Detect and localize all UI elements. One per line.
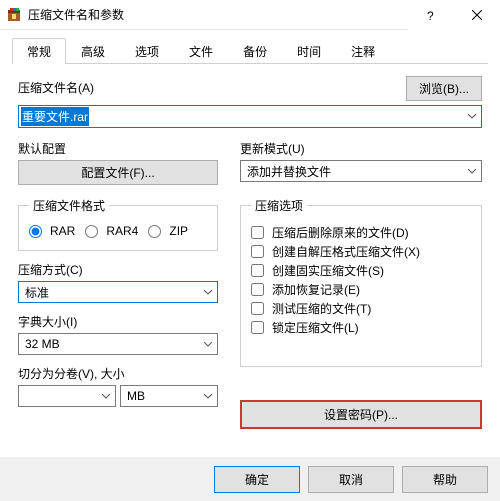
opt-delete-after[interactable]: 压缩后删除原来的文件(D) [251, 224, 471, 241]
filename-value: 重要文件.rar [21, 107, 89, 126]
update-mode-label: 更新模式(U) [240, 140, 482, 157]
format-rar[interactable]: RAR [29, 224, 75, 238]
default-config-label: 默认配置 [18, 140, 218, 157]
tab-comment[interactable]: 注释 [336, 38, 390, 63]
format-rar4[interactable]: RAR4 [85, 224, 138, 238]
chevron-down-icon [199, 342, 217, 347]
browse-button[interactable]: 浏览(B)... [406, 76, 482, 101]
tab-time[interactable]: 时间 [282, 38, 336, 63]
filename-input[interactable]: 重要文件.rar [18, 105, 482, 128]
format-group: 压缩文件格式 RAR RAR4 ZIP [18, 197, 218, 251]
tab-advanced[interactable]: 高级 [66, 38, 120, 63]
tab-options[interactable]: 选项 [120, 38, 174, 63]
method-label: 压缩方式(C) [18, 261, 218, 278]
ok-button[interactable]: 确定 [214, 466, 300, 493]
dict-select[interactable]: 32 MB [18, 333, 218, 355]
svg-text:?: ? [427, 9, 434, 22]
split-size-input[interactable] [18, 385, 116, 407]
chevron-down-icon [463, 114, 481, 119]
tab-general[interactable]: 常规 [12, 38, 66, 63]
tab-bar: 常规 高级 选项 文件 备份 时间 注释 [12, 38, 488, 64]
chevron-down-icon [463, 169, 481, 174]
set-password-button[interactable]: 设置密码(P)... [240, 400, 482, 429]
tab-backup[interactable]: 备份 [228, 38, 282, 63]
tab-files[interactable]: 文件 [174, 38, 228, 63]
chevron-down-icon [199, 394, 217, 399]
config-file-button[interactable]: 配置文件(F)... [18, 160, 218, 185]
chevron-down-icon [97, 394, 115, 399]
filename-label: 压缩文件名(A) [18, 79, 94, 96]
format-zip[interactable]: ZIP [148, 224, 188, 238]
opt-recovery[interactable]: 添加恢复记录(E) [251, 281, 471, 298]
dict-label: 字典大小(I) [18, 313, 218, 330]
opt-solid[interactable]: 创建固实压缩文件(S) [251, 262, 471, 279]
opt-lock[interactable]: 锁定压缩文件(L) [251, 319, 471, 336]
dialog-button-bar: 确定 取消 帮助 [0, 457, 500, 501]
split-unit-select[interactable]: MB [120, 385, 218, 407]
app-icon [6, 7, 22, 23]
chevron-down-icon [199, 290, 217, 295]
help-button[interactable]: ? [408, 0, 454, 30]
cancel-button[interactable]: 取消 [308, 466, 394, 493]
titlebar: 压缩文件名和参数 ? [0, 0, 500, 30]
opt-sfx[interactable]: 创建自解压格式压缩文件(X) [251, 243, 471, 260]
opt-test[interactable]: 测试压缩的文件(T) [251, 300, 471, 317]
update-mode-select[interactable]: 添加并替换文件 [240, 160, 482, 182]
options-legend: 压缩选项 [251, 197, 307, 214]
options-group: 压缩选项 压缩后删除原来的文件(D) 创建自解压格式压缩文件(X) 创建固实压缩… [240, 197, 482, 367]
split-label: 切分为分卷(V), 大小 [18, 365, 218, 382]
help-button-bottom[interactable]: 帮助 [402, 466, 488, 493]
close-button[interactable] [454, 0, 500, 30]
format-legend: 压缩文件格式 [29, 197, 109, 214]
method-select[interactable]: 标准 [18, 281, 218, 303]
window-title: 压缩文件名和参数 [28, 6, 124, 23]
